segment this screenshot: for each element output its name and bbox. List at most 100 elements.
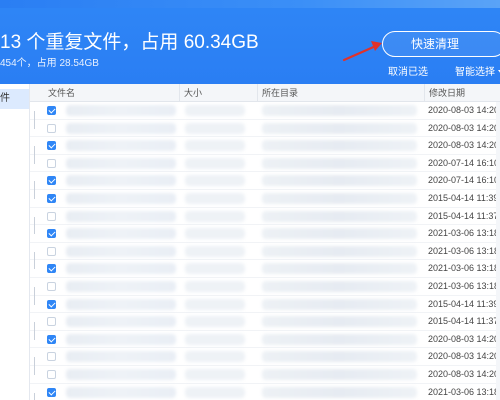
row-checkbox[interactable]: [47, 299, 56, 309]
table-row[interactable]: 2015-04-14 11:39: [30, 189, 500, 208]
table-row[interactable]: 2020-08-03 14:20: [30, 137, 500, 156]
modified-date-cell: 2020-08-03 14:20: [428, 351, 500, 362]
blur-size-redacted: [185, 351, 245, 363]
scrollbar-track[interactable]: [496, 365, 500, 384]
table-row[interactable]: 2015-04-14 11:39: [30, 295, 500, 314]
modified-date-cell: 2021-03-06 13:18: [428, 245, 500, 256]
row-checkbox[interactable]: [47, 123, 56, 133]
group-bracket: [34, 330, 40, 340]
scrollbar-track[interactable]: [496, 172, 500, 190]
row-checkbox[interactable]: [47, 141, 56, 151]
scrollbar-track[interactable]: [496, 242, 500, 261]
blur-size-redacted: [185, 140, 245, 152]
scrollbar-track[interactable]: [496, 189, 500, 208]
scrollbar-track[interactable]: [496, 119, 500, 138]
blur-size-redacted: [185, 263, 245, 275]
scrollbar-track[interactable]: [496, 383, 500, 400]
modified-date-cell: 2020-07-14 16:10: [428, 157, 500, 168]
table-row[interactable]: 2020-08-03 14:20: [30, 330, 500, 349]
table-row[interactable]: 2021-03-06 13:18: [30, 242, 500, 261]
blur-size-redacted: [185, 210, 245, 222]
row-checkbox[interactable]: [47, 387, 56, 397]
blur-name-redacted: [66, 368, 176, 380]
blur-path-redacted: [262, 368, 417, 380]
scrollbar-track[interactable]: [496, 277, 500, 296]
group-bracket: [34, 260, 40, 270]
quick-clean-button[interactable]: 快速清理: [382, 31, 500, 57]
scrollbar-track[interactable]: [496, 348, 500, 366]
blur-name-redacted: [66, 105, 176, 116]
row-checkbox[interactable]: [47, 193, 56, 203]
duplicate-summary-title: 13 个重复文件，占用 60.34GB: [0, 32, 259, 53]
table-row[interactable]: 2020-07-14 16:10: [30, 154, 500, 173]
scrollbar-track[interactable]: [496, 102, 500, 120]
table-row[interactable]: 2021-03-06 13:18: [30, 225, 500, 243]
scrollbar-track[interactable]: [496, 154, 500, 173]
scrollbar-track[interactable]: [496, 260, 500, 278]
table-row[interactable]: 2020-08-03 14:20: [30, 102, 500, 120]
blur-name-redacted: [66, 316, 176, 328]
blur-size-redacted: [185, 333, 245, 345]
table-row[interactable]: 2015-04-14 11:37: [30, 313, 500, 332]
row-checkbox[interactable]: [47, 369, 56, 379]
table-row[interactable]: 2021-03-06 13:18: [30, 383, 500, 400]
blur-path-redacted: [262, 280, 417, 292]
scrollbar-track[interactable]: [496, 207, 500, 226]
table-row[interactable]: 2020-08-03 14:20: [30, 348, 500, 367]
modified-date-cell: 2021-03-06 13:18: [428, 386, 500, 397]
row-checkbox[interactable]: [47, 334, 56, 344]
blur-size-redacted: [185, 122, 245, 134]
blur-path-redacted: [262, 210, 417, 222]
column-header-path[interactable]: 所在目录: [257, 84, 424, 102]
blur-name-redacted: [66, 386, 176, 398]
group-bracket: [34, 119, 40, 129]
table-row[interactable]: 2015-04-14 11:37: [30, 207, 500, 226]
modified-date-cell: 2015-04-14 11:37: [428, 210, 499, 221]
modified-date-cell: 2020-08-03 14:20: [428, 333, 500, 344]
table-row[interactable]: 2021-03-06 13:18: [30, 277, 500, 296]
row-checkbox[interactable]: [47, 264, 56, 274]
scrollbar-track[interactable]: [496, 225, 500, 243]
blur-path-redacted: [262, 228, 417, 240]
blur-size-redacted: [185, 157, 245, 169]
modified-date-cell: 2015-04-14 11:37: [428, 316, 499, 327]
row-checkbox[interactable]: [47, 176, 56, 186]
column-header-date[interactable]: 修改日期: [424, 84, 500, 102]
row-checkbox[interactable]: [47, 281, 56, 291]
row-checkbox[interactable]: [47, 352, 56, 362]
blur-name-redacted: [66, 140, 176, 152]
blur-name-redacted: [66, 192, 176, 204]
row-checkbox[interactable]: [47, 158, 56, 168]
modified-date-cell: 2015-04-14 11:39: [428, 192, 499, 203]
blur-size-redacted: [185, 298, 245, 310]
blur-size-redacted: [185, 386, 245, 398]
row-checkbox[interactable]: [47, 211, 56, 221]
group-bracket: [34, 365, 40, 375]
table-row[interactable]: 2020-08-03 14:20: [30, 119, 500, 138]
blur-name-redacted: [66, 245, 176, 257]
blur-path-redacted: [262, 263, 417, 275]
scrollbar-track[interactable]: [496, 295, 500, 314]
row-checkbox[interactable]: [47, 317, 56, 327]
modified-date-cell: 2020-08-03 14:20: [428, 140, 500, 151]
blur-path-redacted: [262, 333, 417, 345]
row-checkbox[interactable]: [47, 106, 56, 115]
scrollbar-track[interactable]: [496, 330, 500, 349]
blur-path-redacted: [262, 192, 417, 204]
cancel-selected-link[interactable]: 取消已选: [388, 63, 428, 78]
table-row[interactable]: 2020-08-03 14:20: [30, 365, 500, 384]
row-checkbox[interactable]: [47, 246, 56, 256]
column-header-name[interactable]: 文件名: [44, 84, 179, 102]
modified-date-cell: 2021-03-06 13:18: [428, 263, 500, 274]
scrollbar-track[interactable]: [496, 137, 500, 155]
sidebar-item-selected[interactable]: 件: [0, 89, 29, 109]
scrollbar-track[interactable]: [496, 313, 500, 331]
table-row[interactable]: 2020-07-14 16:10: [30, 172, 500, 191]
blur-size-redacted: [185, 316, 245, 328]
group-bracket: [34, 225, 40, 235]
smart-select-dropdown[interactable]: 智能选择: [455, 63, 500, 78]
blur-size-redacted: [185, 192, 245, 204]
column-header-size[interactable]: 大小: [179, 84, 257, 102]
row-checkbox[interactable]: [47, 229, 56, 239]
table-row[interactable]: 2021-03-06 13:18: [30, 260, 500, 278]
